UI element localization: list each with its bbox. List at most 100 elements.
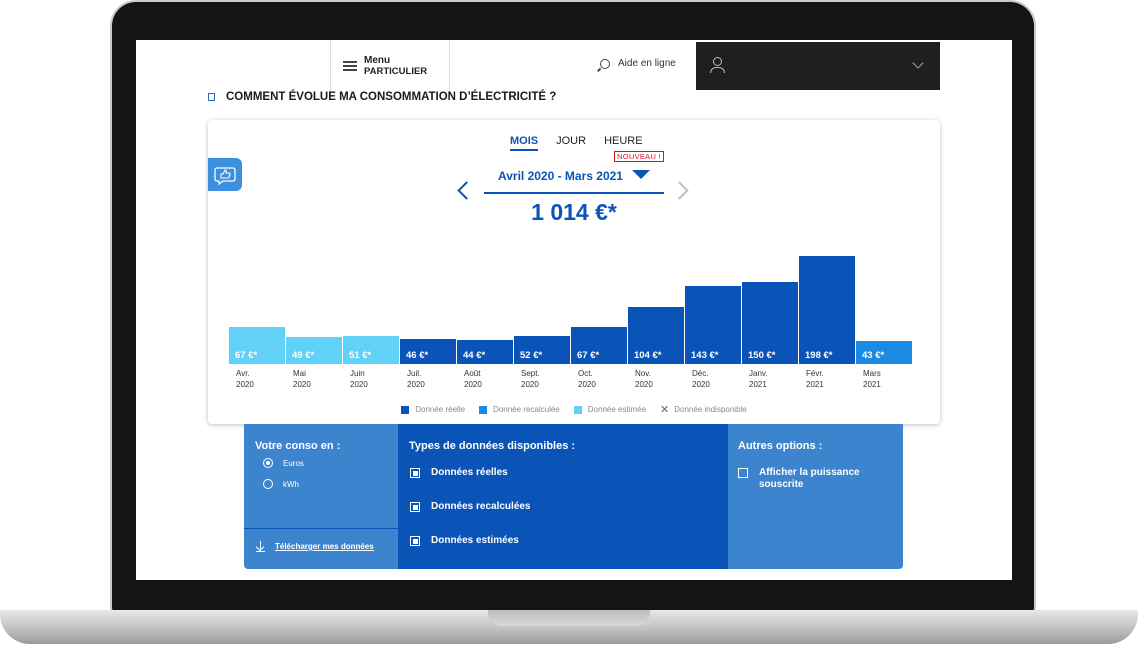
menu-label: Menu: [364, 55, 391, 66]
period-selector[interactable]: Avril 2020 - Mars 2021: [498, 169, 623, 183]
search-icon: [600, 58, 610, 69]
x-tick-label: Janv. 2021: [749, 368, 768, 390]
chart-bar[interactable]: 67 €*: [571, 327, 627, 364]
chart-bar[interactable]: 43 €*: [856, 341, 912, 364]
screen: Menu PARTICULIER Aide en ligne COMMENT É…: [136, 40, 1012, 580]
total-amount: 1 014 €*: [531, 199, 617, 225]
menu-button[interactable]: Menu PARTICULIER: [330, 40, 450, 92]
checkbox-icon-checked: [410, 536, 420, 546]
checkbox-recalculees[interactable]: Données recalculées: [410, 501, 531, 513]
download-link[interactable]: Télécharger mes données: [255, 541, 374, 553]
checkbox-icon-checked: [410, 502, 420, 512]
legend-swatch-reelle: [401, 405, 410, 414]
bar-value-label: 104 €*: [634, 350, 662, 361]
checkbox-label: Données recalculées: [431, 501, 531, 512]
x-tick-month: Nov.: [635, 369, 651, 378]
radio-kwh[interactable]: kWh: [263, 479, 299, 489]
bar-value-label: 51 €*: [349, 350, 372, 361]
options-panel: Votre conso en : Euros kWh Télécharger m…: [244, 424, 903, 569]
tab-mois[interactable]: MOIS: [510, 135, 539, 151]
chat-thumb-icon: [214, 166, 236, 185]
x-tick-label: Sept. 2020: [521, 368, 540, 390]
legend-label: Donnée estimée: [587, 405, 647, 414]
legend-item-recalculee: Donnée recalculée: [479, 405, 560, 414]
legend-item-reelle: Donnée réelle: [401, 405, 465, 414]
checkbox-estimees[interactable]: Données estimées: [410, 535, 519, 547]
x-tick-label: Mai 2020: [293, 368, 311, 390]
legend-label: Donnée recalculée: [493, 405, 560, 414]
period-dropdown-icon[interactable]: [632, 170, 650, 179]
x-tick-month: Août: [464, 369, 481, 378]
radio-euros[interactable]: Euros: [263, 458, 304, 468]
x-tick-label: Nov. 2020: [635, 368, 653, 390]
x-tick-year: 2020: [464, 380, 482, 389]
new-badge: NOUVEAU !: [614, 151, 664, 162]
help-label: Aide en ligne: [618, 58, 676, 69]
chart-bar[interactable]: 46 €*: [400, 339, 456, 364]
x-tick-label: Févr. 2021: [806, 368, 824, 390]
other-title: Autres options :: [738, 440, 823, 452]
chart-bar[interactable]: 44 €*: [457, 340, 513, 364]
radio-label: kWh: [283, 479, 299, 489]
checkbox-label: Afficher la puissance souscrite: [759, 467, 860, 490]
chart-bar[interactable]: 198 €*: [799, 256, 855, 364]
x-tick-label: Juil. 2020: [407, 368, 425, 390]
tab-heure[interactable]: HEURE: [604, 135, 643, 151]
x-tick-year: 2020: [407, 380, 425, 389]
previous-period-arrow[interactable]: [457, 181, 476, 200]
bar-value-label: 49 €*: [292, 350, 315, 361]
chart-bar[interactable]: 51 €*: [343, 336, 399, 364]
checkbox-puissance[interactable]: Afficher la puissance souscrite: [738, 467, 888, 491]
laptop-notch: [488, 610, 650, 626]
legend-item-indisponible: ✕ Donnée indisponible: [660, 403, 747, 416]
unit-title: Votre conso en :: [255, 440, 341, 452]
menu-icon: [343, 61, 357, 71]
consumption-chart: 67 €* Avr. 2020 49 €* Mai 2020 51 €* Juin 2020 46…: [208, 230, 940, 400]
chart-bar[interactable]: 143 €*: [685, 286, 741, 364]
x-tick-year: 2020: [350, 380, 368, 389]
x-tick-label: Déc. 2020: [692, 368, 710, 390]
x-tick-month: Juin: [350, 369, 365, 378]
legend-item-estimee: Donnée estimée: [573, 405, 647, 414]
radio-icon-selected: [263, 458, 273, 468]
download-icon: [255, 541, 265, 553]
bar-value-label: 143 €*: [691, 350, 719, 361]
legend-label: Donnée indisponible: [674, 405, 747, 414]
consumption-card: MOIS JOUR HEURE NOUVEAU ! Avril 2020 - M…: [208, 120, 940, 424]
account-menu[interactable]: [696, 42, 940, 90]
chart-bar[interactable]: 52 €*: [514, 336, 570, 364]
x-tick-month: Juil.: [407, 369, 422, 378]
x-tick-year: 2021: [806, 380, 824, 389]
checkbox-reelles[interactable]: Données réelles: [410, 467, 508, 479]
other-options-column: Autres options : Afficher la puissance s…: [728, 424, 903, 569]
chart-bar[interactable]: 104 €*: [628, 307, 684, 364]
section-icon: [208, 93, 215, 101]
bar-value-label: 67 €*: [235, 350, 258, 361]
chart-bar[interactable]: 49 €*: [286, 337, 342, 364]
x-tick-year: 2020: [692, 380, 710, 389]
checkbox-icon: [738, 468, 748, 478]
checkbox-label: Données réelles: [431, 467, 508, 478]
x-tick-month: Avr.: [236, 369, 250, 378]
feedback-button[interactable]: [208, 158, 242, 191]
bar-value-label: 198 €*: [805, 350, 833, 361]
radio-icon: [263, 479, 273, 489]
chart-bar[interactable]: 67 €*: [229, 327, 285, 364]
close-icon: ✕: [660, 403, 670, 416]
section-title-row: COMMENT ÉVOLUE MA CONSOMMATION D’ÉLECTRI…: [208, 91, 556, 103]
next-period-arrow[interactable]: [670, 181, 689, 200]
section-title: COMMENT ÉVOLUE MA CONSOMMATION D’ÉLECTRI…: [226, 91, 557, 103]
help-link[interactable]: Aide en ligne: [600, 58, 676, 69]
legend-swatch-estimee: [573, 405, 582, 414]
period-tabs: MOIS JOUR HEURE: [510, 135, 661, 151]
bar-value-label: 52 €*: [520, 350, 543, 361]
x-tick-year: 2020: [236, 380, 254, 389]
x-tick-year: 2020: [635, 380, 653, 389]
period-underline: [484, 192, 664, 194]
x-tick-month: Déc.: [692, 369, 709, 378]
tab-jour[interactable]: JOUR: [556, 135, 586, 151]
x-tick-label: Oct. 2020: [578, 368, 596, 390]
bar-value-label: 67 €*: [577, 350, 600, 361]
chart-bar[interactable]: 150 €*: [742, 282, 798, 364]
bar-value-label: 44 €*: [463, 350, 486, 361]
